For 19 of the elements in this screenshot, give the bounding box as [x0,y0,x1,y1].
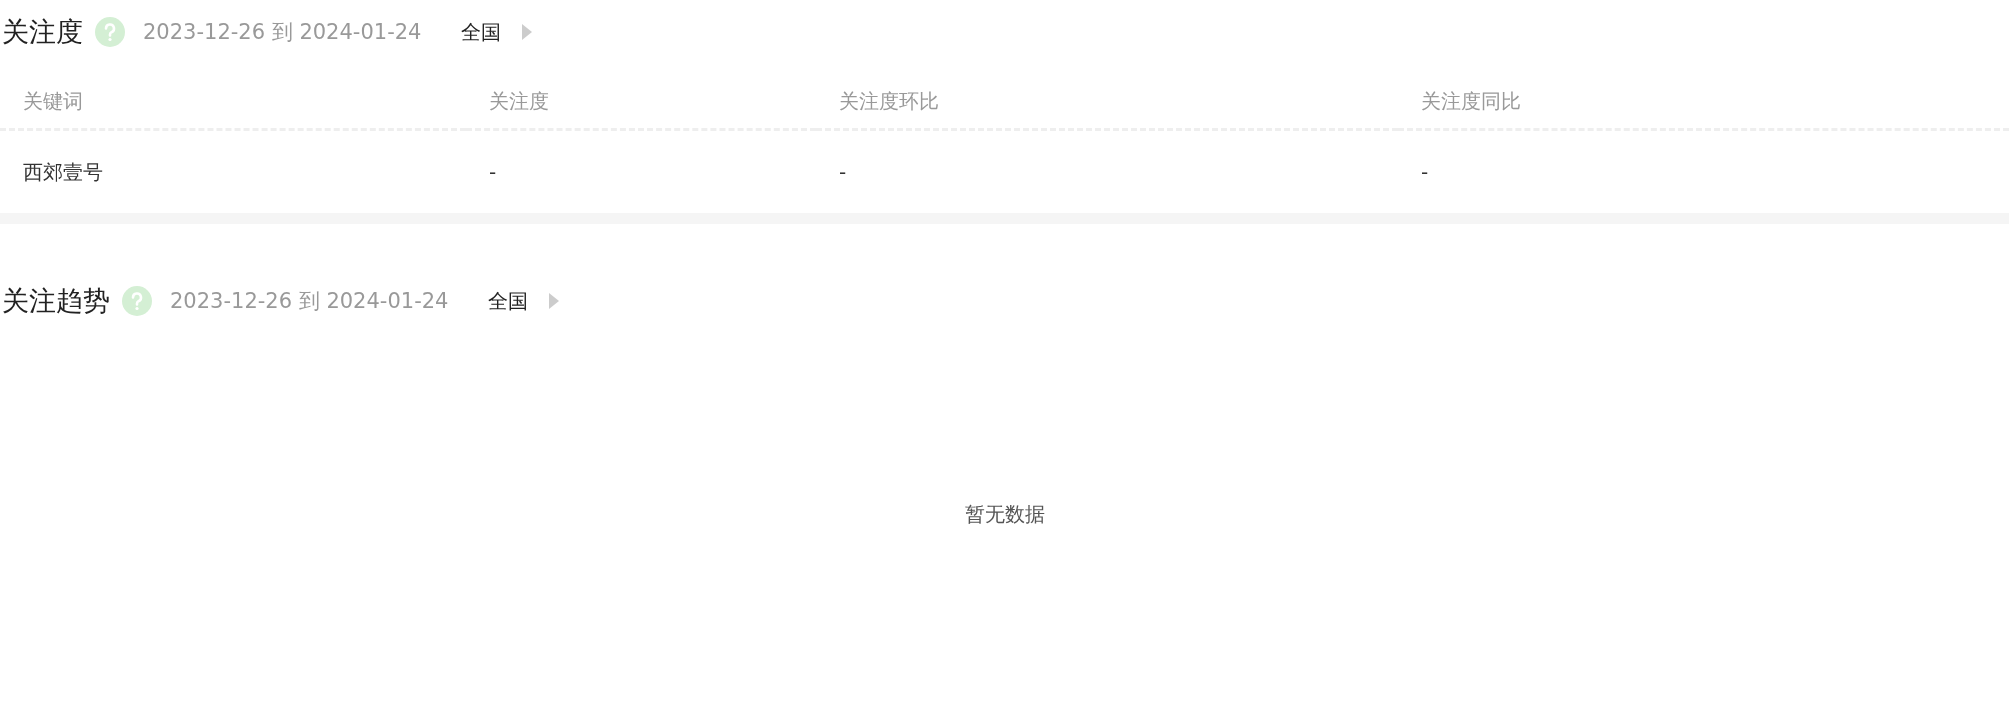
column-header: 关注度环比 [816,74,1398,131]
caret-icon[interactable] [548,292,561,310]
section-title: 关注趋势 [2,284,110,318]
caret-icon[interactable] [521,23,534,41]
table-cell-text: - [488,159,498,186]
region-selector[interactable]: 全国 [488,287,529,315]
help-icon[interactable] [95,17,125,47]
help-icon[interactable] [122,286,152,316]
table-cell-text: - [838,159,848,186]
date-range: 2023-12-26 到 2024-01-24 [143,19,422,46]
column-header: 关注度同比 [1398,74,2009,131]
table-cell-text: 西郊壹号 [22,158,104,186]
date-range: 2023-12-26 到 2024-01-24 [170,288,449,315]
column-header: 关键词 [0,74,466,131]
table-cell-text: - [1420,159,1430,186]
empty-message: 暂无数据 [964,501,1045,527]
section-title: 关注度 [2,15,83,49]
column-header: 关注度 [466,74,816,131]
region-selector[interactable]: 全国 [461,18,502,46]
